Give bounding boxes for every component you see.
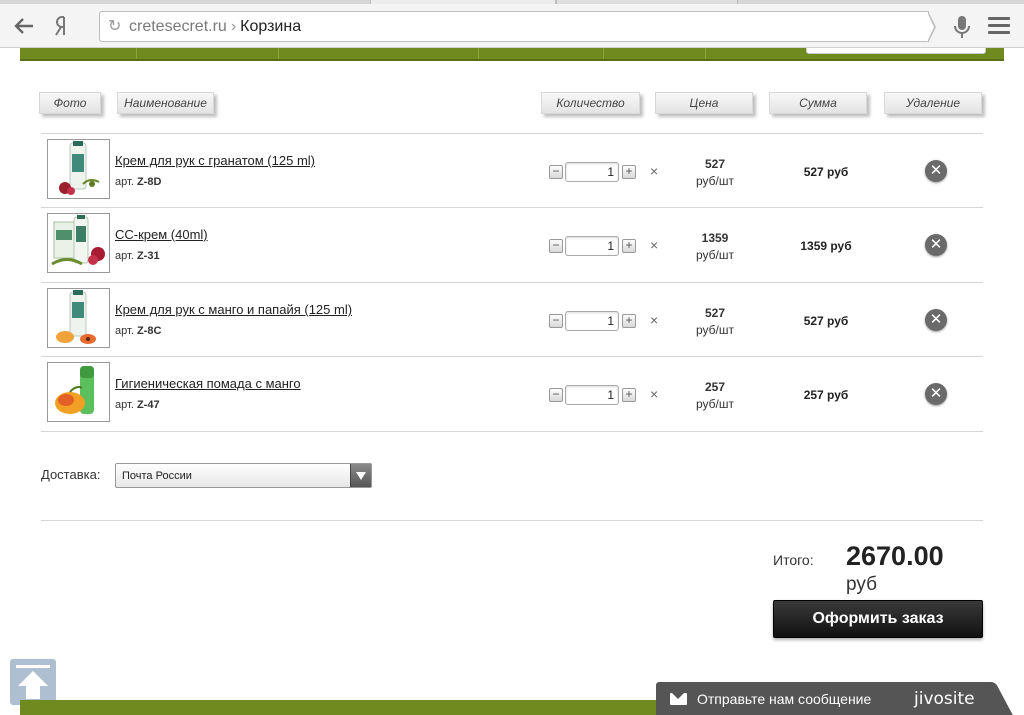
- product-sku: арт. Z-8C: [115, 325, 162, 337]
- chat-prompt: Отправьте нам сообщение: [697, 691, 872, 707]
- delivery-select[interactable]: Почта России: [115, 463, 372, 488]
- address-bar[interactable]: ↻ cretesecret.ru › Корзина: [99, 11, 929, 42]
- quantity-input[interactable]: 1: [565, 236, 619, 256]
- quantity-minus-button[interactable]: −: [549, 239, 563, 253]
- quantity-input[interactable]: 1: [565, 385, 619, 405]
- site-search-input[interactable]: [806, 48, 986, 54]
- product-image[interactable]: [47, 362, 110, 422]
- times-sign: ×: [650, 163, 659, 179]
- nav-divider: [603, 48, 604, 59]
- scroll-to-top-button[interactable]: [10, 659, 56, 705]
- reload-icon[interactable]: ↻: [108, 19, 124, 35]
- line-sum: 527 руб: [803, 165, 849, 179]
- product-sku: арт. Z-47: [115, 399, 160, 411]
- header-sum: Сумма: [769, 92, 867, 114]
- unit-price: 527 руб/шт: [695, 157, 734, 188]
- total-label: Итого:: [773, 552, 814, 568]
- checkout-button[interactable]: Оформить заказ: [773, 600, 983, 638]
- delivery-label: Доставка:: [41, 467, 101, 482]
- site-navigation-bar: [20, 48, 1004, 61]
- chat-widget[interactable]: Отправьте нам сообщение jivosite: [656, 682, 994, 715]
- browser-toolbar: ↻ cretesecret.ru › Корзина: [0, 4, 1024, 48]
- delete-item-icon[interactable]: ✕: [925, 160, 947, 182]
- yandex-logo-icon[interactable]: [48, 12, 76, 40]
- product-image[interactable]: [47, 288, 110, 348]
- times-sign: ×: [650, 237, 659, 253]
- jivosite-logo: jivosite: [914, 689, 975, 709]
- times-sign: ×: [650, 312, 659, 328]
- address-bar-tip: [927, 11, 936, 43]
- line-sum: 527 руб: [803, 314, 849, 328]
- quantity-minus-button[interactable]: −: [549, 165, 563, 179]
- product-sku: арт. Z-8D: [115, 176, 162, 188]
- delivery-selected-value: Почта России: [122, 470, 192, 482]
- nav-divider: [278, 48, 279, 59]
- cart-row: Крем для рук с гранатом (125 ml) арт. Z-…: [41, 134, 983, 208]
- cart-row: Гигиеническая помада с манго арт. Z-47 −…: [41, 357, 983, 431]
- quantity-input[interactable]: 1: [565, 162, 619, 182]
- url-text: cretesecret.ru › Корзина: [129, 18, 302, 35]
- microphone-icon[interactable]: [952, 15, 972, 39]
- product-sku: арт. Z-31: [115, 250, 160, 262]
- table-divider: [41, 431, 983, 432]
- quantity-plus-button[interactable]: +: [622, 239, 636, 253]
- line-sum: 257 руб: [803, 388, 849, 402]
- product-name-link[interactable]: СС-крем (40ml): [115, 227, 208, 242]
- header-name: Наименование: [117, 92, 214, 114]
- unit-price: 257 руб/шт: [695, 380, 734, 411]
- header-photo: Фото: [39, 92, 101, 114]
- cart-row: Крем для рук с манго и папайя (125 ml) а…: [41, 283, 983, 357]
- header-quantity: Количество: [541, 92, 640, 114]
- section-divider: [41, 520, 983, 521]
- quantity-minus-button[interactable]: −: [549, 314, 563, 328]
- back-arrow-icon[interactable]: [10, 12, 38, 40]
- product-name-link[interactable]: Крем для рук с манго и папайя (125 ml): [115, 302, 352, 317]
- header-price: Цена: [655, 92, 753, 114]
- product-image[interactable]: [47, 139, 110, 199]
- total-currency: руб: [846, 574, 877, 595]
- quantity-plus-button[interactable]: +: [622, 314, 636, 328]
- quantity-input[interactable]: 1: [565, 311, 619, 331]
- envelope-icon: [670, 693, 687, 705]
- nav-divider: [478, 48, 479, 59]
- line-sum: 1359 руб: [800, 239, 852, 253]
- delete-item-icon[interactable]: ✕: [925, 309, 947, 331]
- arrow-up-icon: [16, 665, 50, 699]
- delete-item-icon[interactable]: ✕: [925, 383, 947, 405]
- hamburger-menu-icon[interactable]: [988, 17, 1010, 35]
- cart-row: СС-крем (40ml) арт. Z-31 − 1 + × 1359 руб…: [41, 208, 983, 282]
- product-image[interactable]: [47, 213, 110, 273]
- times-sign: ×: [650, 386, 659, 402]
- quantity-plus-button[interactable]: +: [622, 165, 636, 179]
- chevron-down-icon[interactable]: [350, 464, 371, 487]
- nav-divider: [136, 48, 137, 59]
- delete-item-icon[interactable]: ✕: [925, 234, 947, 256]
- header-delete: Удаление: [884, 92, 982, 114]
- nav-divider: [705, 48, 706, 59]
- total-value: 2670.00: [846, 541, 944, 571]
- unit-price: 1359 руб/шт: [695, 231, 734, 262]
- unit-price: 527 руб/шт: [695, 306, 734, 337]
- product-name-link[interactable]: Крем для рук с гранатом (125 ml): [115, 153, 315, 168]
- quantity-minus-button[interactable]: −: [549, 388, 563, 402]
- quantity-plus-button[interactable]: +: [622, 388, 636, 402]
- product-name-link[interactable]: Гигиеническая помада с манго: [115, 376, 301, 391]
